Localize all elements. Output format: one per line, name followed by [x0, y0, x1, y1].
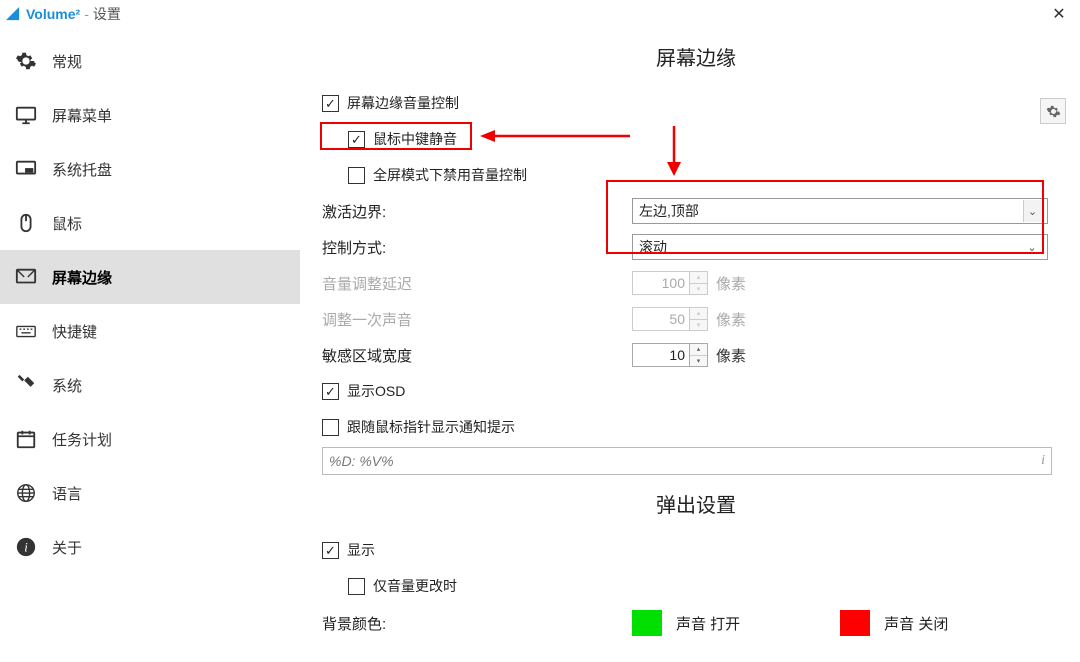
sidebar-item-general[interactable]: 常规: [0, 34, 300, 88]
close-button[interactable]: ✕: [1044, 3, 1074, 25]
globe-icon: [14, 481, 38, 505]
info-icon: i: [14, 535, 38, 559]
sidebar-item-label: 语言: [52, 483, 82, 504]
select-control-method[interactable]: 滚动 ⌄: [632, 234, 1048, 260]
info-icon[interactable]: i: [1041, 453, 1045, 469]
calendar-icon: [14, 427, 38, 451]
sidebar-item-tray[interactable]: 系统托盘: [0, 142, 300, 196]
label-activate-border: 激活边界:: [322, 201, 632, 222]
select-activate-border[interactable]: 左边,顶部 ⌄: [632, 198, 1048, 224]
input-format-string[interactable]: %D: %V% i: [322, 447, 1052, 475]
checkbox-label: 显示: [347, 540, 375, 560]
checkbox-middle-click-mute[interactable]: [348, 131, 365, 148]
sidebar-item-schedule[interactable]: 任务计划: [0, 412, 300, 466]
color-swatch-sound-on[interactable]: [632, 610, 662, 636]
sidebar-item-screen-edge[interactable]: 屏幕边缘: [0, 250, 300, 304]
window-title-app: Volume²: [26, 6, 80, 22]
label-volume-delay: 音量调整延迟: [322, 273, 632, 294]
settings-gear-button[interactable]: [1040, 98, 1066, 124]
content-panel: 屏幕边缘 屏幕边缘音量控制 鼠标中键静音 全屏模式下禁用音量控制 激活边界: 左…: [300, 28, 1080, 662]
sidebar-item-label: 任务计划: [52, 429, 112, 450]
checkbox-popup-show[interactable]: [322, 542, 339, 559]
checkbox-label: 全屏模式下禁用音量控制: [373, 165, 527, 185]
checkbox-label: 屏幕边缘音量控制: [347, 93, 459, 113]
sidebar-item-osd[interactable]: 屏幕菜单: [0, 88, 300, 142]
titlebar: Volume² - 设置 ✕: [0, 0, 1080, 28]
section-title-screen-edge: 屏幕边缘: [322, 42, 1070, 71]
gear-icon: [14, 49, 38, 73]
sidebar-item-hotkeys[interactable]: 快捷键: [0, 304, 300, 358]
checkbox-only-on-change[interactable]: [348, 578, 365, 595]
label-sensitive-width: 敏感区域宽度: [322, 345, 632, 366]
input-adjust-once[interactable]: 50: [632, 307, 690, 331]
sidebar-item-label: 鼠标: [52, 213, 82, 234]
window-title-sep: -: [84, 6, 89, 22]
svg-text:i: i: [24, 541, 28, 555]
select-value: 滚动: [639, 237, 667, 257]
sidebar-item-label: 快捷键: [52, 321, 97, 342]
label-bg-color: 背景颜色:: [322, 613, 632, 634]
select-value: 左边,顶部: [639, 201, 699, 221]
unit-label: 像素: [716, 309, 746, 330]
input-sensitive-width[interactable]: 10: [632, 343, 690, 367]
sidebar-item-label: 系统托盘: [52, 159, 112, 180]
sidebar-item-language[interactable]: 语言: [0, 466, 300, 520]
checkbox-label: 仅音量更改时: [373, 576, 457, 596]
sidebar-item-about[interactable]: i 关于: [0, 520, 300, 574]
label-sound-off: 声音 关闭: [884, 613, 948, 634]
checkbox-label: 显示OSD: [347, 381, 405, 401]
sidebar-item-label: 关于: [52, 537, 82, 558]
sidebar-item-label: 屏幕菜单: [52, 105, 112, 126]
spinner-volume-delay[interactable]: ▴▾: [690, 271, 708, 295]
unit-label: 像素: [716, 273, 746, 294]
checkbox-fullscreen-disable[interactable]: [348, 167, 365, 184]
label-sound-on: 声音 打开: [676, 613, 740, 634]
color-swatch-sound-off[interactable]: [840, 610, 870, 636]
chevron-down-icon: ⌄: [1023, 200, 1041, 222]
unit-label: 像素: [716, 345, 746, 366]
checkbox-show-osd[interactable]: [322, 383, 339, 400]
sidebar: 常规 屏幕菜单 系统托盘 鼠标 屏幕边缘: [0, 28, 300, 662]
label-adjust-once: 调整一次声音: [322, 309, 632, 330]
checkbox-label: 跟随鼠标指针显示通知提示: [347, 417, 515, 437]
sidebar-item-mouse[interactable]: 鼠标: [0, 196, 300, 250]
checkbox-follow-mouse[interactable]: [322, 419, 339, 436]
edge-icon: [14, 265, 38, 289]
sidebar-item-label: 系统: [52, 375, 82, 396]
label-control-method: 控制方式:: [322, 237, 632, 258]
checkbox-label: 鼠标中键静音: [373, 129, 457, 149]
tray-icon: [14, 157, 38, 181]
mouse-icon: [14, 211, 38, 235]
window-title-sub: 设置: [93, 4, 121, 24]
monitor-icon: [14, 103, 38, 127]
checkbox-edge-volume-control[interactable]: [322, 95, 339, 112]
input-value: %D: %V%: [329, 453, 394, 469]
spinner-adjust-once[interactable]: ▴▾: [690, 307, 708, 331]
section-title-popup: 弹出设置: [322, 489, 1070, 518]
spinner-sensitive-width[interactable]: ▴▾: [690, 343, 708, 367]
sidebar-item-label: 常规: [52, 51, 82, 72]
input-volume-delay[interactable]: 100: [632, 271, 690, 295]
sidebar-item-system[interactable]: 系统: [0, 358, 300, 412]
chevron-down-icon: ⌄: [1023, 236, 1041, 258]
app-logo-icon: [6, 7, 20, 21]
sidebar-item-label: 屏幕边缘: [52, 267, 112, 288]
tools-icon: [14, 373, 38, 397]
keyboard-icon: [14, 319, 38, 343]
